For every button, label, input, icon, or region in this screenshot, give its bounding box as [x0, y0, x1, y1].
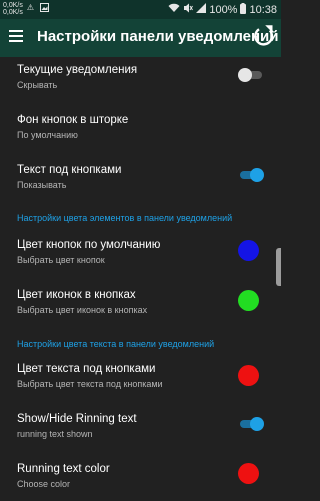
section-header-text-colors: Настройки цвета текста в панели уведомле…	[17, 339, 215, 349]
text-color-swatch[interactable]	[238, 365, 259, 386]
running-text-color-swatch[interactable]	[238, 463, 259, 484]
setting-title: Цвет иконок в кнопках	[17, 289, 136, 301]
speed-download: 0,0K/s	[3, 9, 23, 16]
setting-running-text-toggle[interactable]: Show/Hide Rinning text running text show…	[0, 401, 281, 451]
network-speed: 0,0K/s 0,0K/s	[3, 2, 23, 16]
setting-subtitle: Выбрать цвет кнопок	[17, 255, 105, 265]
setting-button-background[interactable]: Фон кнопок в шторке По умолчанию	[0, 105, 281, 153]
setting-title: Running text color	[17, 463, 110, 475]
section-header-element-colors: Настройки цвета элементов в панели уведо…	[17, 213, 233, 223]
mute-icon	[183, 3, 194, 16]
status-bar: 0,0K/s 0,0K/s ⚠ 100% 10:38	[0, 0, 281, 19]
refresh-icon[interactable]	[252, 24, 276, 50]
icon-color-swatch[interactable]	[238, 290, 259, 311]
setting-title: Текущие уведомления	[17, 64, 138, 76]
setting-subtitle: Choose color	[17, 479, 71, 489]
battery-percent: 100%	[209, 3, 238, 16]
wifi-icon	[168, 3, 180, 16]
menu-icon[interactable]	[9, 30, 23, 42]
speed-upload: 0,0K/s	[3, 2, 23, 9]
setting-title: Цвет кнопок по умолчанию	[17, 239, 161, 251]
setting-title: Фон кнопок в шторке	[17, 114, 129, 126]
setting-title: Цвет текста под кнопками	[17, 363, 156, 375]
battery-icon	[240, 2, 247, 17]
setting-running-text-color[interactable]: Running text color Choose color	[0, 451, 281, 501]
setting-text-under-buttons[interactable]: Текст под кнопками Показывать	[0, 153, 281, 203]
app-bar: Настройки панели уведомлений	[0, 19, 281, 57]
setting-subtitle: Скрывать	[17, 80, 58, 90]
setting-text-color[interactable]: Цвет текста под кнопками Выбрать цвет те…	[0, 351, 281, 401]
setting-default-button-color[interactable]: Цвет кнопок по умолчанию Выбрать цвет кн…	[0, 225, 281, 275]
notification-image-icon	[40, 3, 49, 13]
setting-current-notifications[interactable]: Текущие уведомления Скрывать	[0, 57, 281, 105]
setting-title: Show/Hide Rinning text	[17, 413, 137, 425]
setting-subtitle: running text shown	[17, 429, 93, 439]
clock: 10:38	[249, 3, 277, 16]
setting-subtitle: Выбрать цвет текста под кнопками	[17, 379, 163, 389]
running-text-toggle[interactable]	[238, 416, 264, 432]
setting-subtitle: По умолчанию	[17, 130, 78, 140]
signal-icon	[196, 3, 207, 16]
setting-subtitle: Показывать	[17, 180, 67, 190]
text-under-buttons-toggle[interactable]	[238, 167, 264, 183]
setting-title: Текст под кнопками	[17, 164, 122, 176]
setting-subtitle: Выбрать цвет иконок в кнопках	[17, 305, 148, 315]
notification-alert-icon: ⚠	[26, 3, 35, 12]
scroll-indicator[interactable]	[276, 248, 281, 286]
current-notifications-toggle[interactable]	[238, 67, 264, 83]
default-button-color-swatch[interactable]	[238, 240, 259, 261]
page-title: Настройки панели уведомлений	[37, 28, 279, 45]
setting-icon-color[interactable]: Цвет иконок в кнопках Выбрать цвет иконо…	[0, 275, 281, 325]
